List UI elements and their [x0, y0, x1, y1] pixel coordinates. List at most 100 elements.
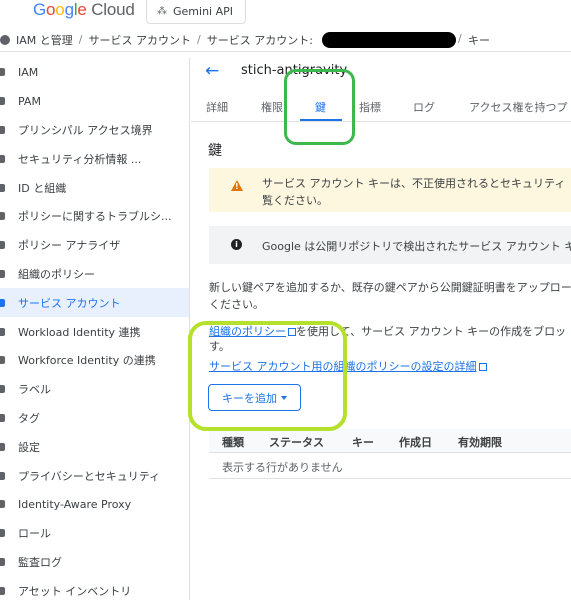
iam-icon [0, 34, 10, 45]
workload-identity-federation-icon [0, 327, 5, 336]
info-banner: i Google は公開リポジトリで検出されたサービス アカウント キ [209, 226, 571, 264]
tab-principals-with-access[interactable]: アクセス権を持つプ [469, 99, 567, 115]
sidebar-item-policy-analyzer[interactable]: ポリシー アナライザ [0, 231, 189, 260]
sidebar-item-security-insights[interactable]: セキュリティ分析情報 ... [0, 144, 189, 173]
service-accounts-icon [0, 298, 5, 307]
sidebar-item-label: IAM [18, 65, 39, 79]
security-insights-icon [0, 154, 5, 163]
identity-aware-proxy-icon [0, 500, 5, 509]
sidebar-item-privacy-and-security[interactable]: プライバシーとセキュリティ [0, 461, 189, 490]
policy-troubleshooter-icon [0, 212, 5, 221]
privacy-and-security-icon [0, 471, 5, 480]
principal-access-boundary-icon [0, 125, 5, 134]
pam-icon [0, 97, 5, 106]
annotation-highlight-keys-tab [284, 69, 355, 145]
iam-icon [0, 68, 5, 77]
sidebar-item-label: ロール [18, 527, 51, 541]
sidebar-item-label: アセット インベントリ [18, 584, 132, 598]
settings-icon [0, 442, 5, 451]
warning-banner: ! サービス アカウント キーは、不正使用されるとセキュリティ 覧ください。 [209, 168, 571, 212]
breadcrumb-item-keys: キー [468, 34, 490, 47]
sidebar-item-workload-identity-federation[interactable]: Workload Identity 連携 [0, 317, 189, 346]
sidebar-item-label: セキュリティ分析情報 ... [18, 152, 142, 166]
table-empty-row: 表示する行がありません [209, 453, 571, 479]
breadcrumb: IAM と管理 / サービス アカウント / サービス アカウント: / キー [0, 28, 571, 52]
sidebar-item-label: ポリシー アナライザ [18, 239, 121, 253]
asset-inventory-icon [0, 586, 5, 595]
sidebar-item-label: 監査ログ [18, 555, 62, 569]
tab-details[interactable]: 詳細 [206, 99, 228, 115]
info-icon: i [231, 239, 242, 250]
arrow-back-icon[interactable]: ← [205, 61, 219, 81]
sidebar-item-label: Workforce Identity の連携 [18, 354, 156, 368]
workforce-identity-federation-icon [0, 356, 5, 365]
column-type[interactable]: 種類 [222, 434, 244, 450]
audit-logs-icon [0, 557, 5, 566]
sidebar-item-identity-and-organization[interactable]: ID と組織 [0, 173, 189, 202]
tab-metrics[interactable]: 指標 [359, 99, 381, 115]
sidebar-item-workforce-identity-federation[interactable]: Workforce Identity の連携 [0, 346, 189, 375]
sidebar-item-tags[interactable]: タグ [0, 404, 189, 433]
external-link-icon [478, 363, 487, 371]
labels-icon [0, 385, 5, 394]
info-text: Google は公開リポジトリで検出されたサービス アカウント キ [262, 240, 571, 253]
roles-icon [0, 529, 5, 538]
breadcrumb-separator: / [196, 33, 201, 46]
sidebar-item-label: PAM [18, 94, 41, 108]
warning-text: サービス アカウント キーは、不正使用されるとセキュリティ 覧ください。 [262, 177, 566, 207]
warning-icon: ! [231, 180, 243, 191]
column-key[interactable]: キー [352, 434, 374, 450]
tab-bar: 詳細 権限 鍵 指標 ログ アクセス権を持つプ [191, 90, 571, 122]
breadcrumb-separator: / [458, 32, 462, 45]
sidebar-item-policy-troubleshooter[interactable]: ポリシーに関するトラブルシ... [0, 202, 189, 231]
sidebar-item-settings[interactable]: 設定 [0, 432, 189, 461]
title-row: ← stich-antigravity [191, 58, 571, 88]
section-title: 鍵 [208, 143, 222, 159]
sidebar-item-labels[interactable]: ラベル [0, 375, 189, 404]
sidebar-item-label: ポリシーに関するトラブルシ... [18, 210, 172, 224]
sidebar-item-label: プライバシーとセキュリティ [18, 469, 161, 483]
sidebar-item-asset-inventory[interactable]: アセット インベントリ [0, 576, 189, 600]
policy-analyzer-icon [0, 241, 5, 250]
sidebar-item-principal-access-boundary[interactable]: プリンシパル アクセス境界 [0, 116, 189, 145]
sidebar: IAM PAM プリンシパル アクセス境界 セキュリティ分析情報 ... ID と組織ポ… [0, 58, 190, 600]
sidebar-item-label: プリンシパル アクセス境界 [18, 123, 153, 137]
column-status[interactable]: ステータス [269, 434, 324, 450]
breadcrumb-item-service-accounts[interactable]: サービス アカウント [88, 32, 191, 48]
sidebar-item-label: ID と組織 [18, 181, 67, 195]
sidebar-item-label: Workload Identity 連携 [18, 325, 141, 339]
sidebar-item-label: サービス アカウント [18, 296, 121, 310]
column-created[interactable]: 作成日 [399, 434, 432, 450]
sidebar-item-label: 組織のポリシー [18, 267, 95, 281]
tab-logs[interactable]: ログ [413, 99, 435, 115]
tags-icon [0, 413, 5, 422]
project-name: Gemini API [173, 4, 233, 18]
identity-and-organization-icon [0, 183, 5, 192]
breadcrumb-item-iam[interactable]: IAM と管理 [16, 32, 73, 48]
keys-description: 新しい鍵ペアを追加するか、既存の鍵ペアから公開鍵証明書をアップロー ください。 [209, 281, 571, 311]
empty-message: 表示する行がありません [222, 461, 343, 474]
annotation-highlight-add-key [188, 321, 347, 431]
breadcrumb-separator: / [78, 33, 83, 46]
column-expires[interactable]: 有効期限 [458, 434, 502, 450]
org-policies-icon [0, 269, 5, 278]
sidebar-item-audit-logs[interactable]: 監査ログ [0, 548, 189, 577]
sidebar-item-service-accounts[interactable]: サービス アカウント [0, 288, 189, 318]
sidebar-item-pam[interactable]: PAM [0, 87, 189, 116]
redaction-mark [322, 32, 456, 48]
project-icon: ⁂ [157, 5, 167, 17]
sidebar-item-identity-aware-proxy[interactable]: Identity-Aware Proxy [0, 490, 189, 519]
breadcrumb-item-service-account[interactable]: サービス アカウント: [207, 32, 313, 48]
sidebar-item-roles[interactable]: ロール [0, 519, 189, 548]
project-selector[interactable]: ⁂ Gemini API [146, 0, 246, 24]
sidebar-item-org-policies[interactable]: 組織のポリシー [0, 260, 189, 289]
sidebar-item-label: タグ [18, 411, 40, 425]
sidebar-item-label: ラベル [18, 383, 51, 397]
keys-table-header: 種類 ステータス キー 作成日 有効期限 [209, 429, 571, 453]
google-cloud-logo[interactable]: Google Cloud [33, 0, 135, 20]
sidebar-item-label: Identity-Aware Proxy [18, 497, 132, 511]
tab-permissions[interactable]: 権限 [261, 99, 283, 115]
sidebar-item-iam[interactable]: IAM [0, 58, 189, 87]
top-bar: Google Cloud ⁂ Gemini API [0, 0, 571, 28]
sidebar-item-label: 設定 [18, 440, 40, 454]
